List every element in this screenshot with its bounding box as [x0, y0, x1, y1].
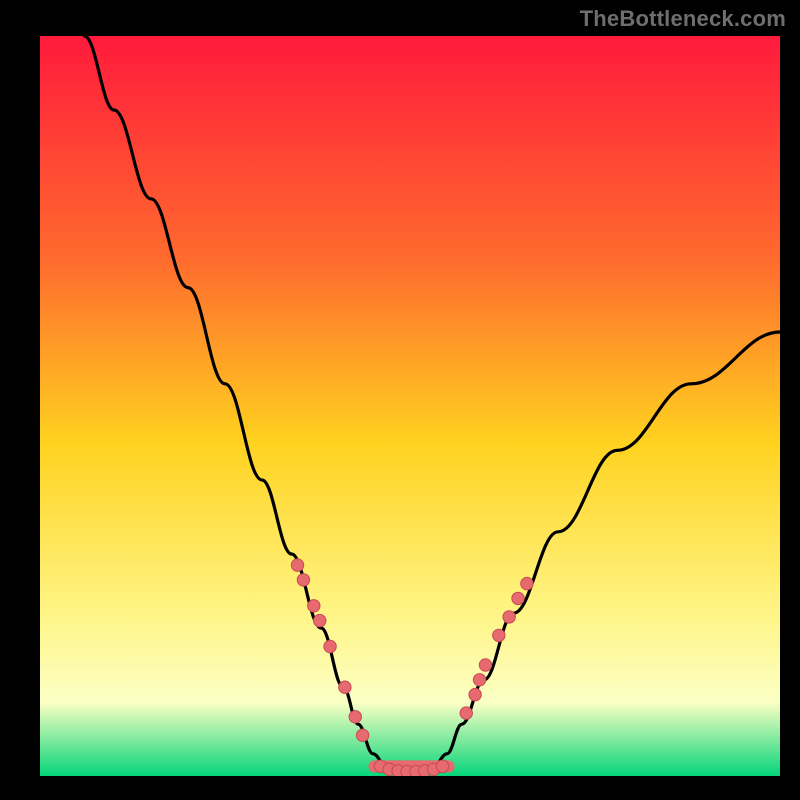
data-marker: [297, 574, 309, 586]
data-marker: [473, 674, 485, 686]
data-marker: [460, 707, 472, 719]
data-marker: [291, 559, 303, 571]
watermark-text: TheBottleneck.com: [580, 6, 786, 32]
data-marker: [469, 688, 481, 700]
data-marker: [436, 760, 448, 772]
data-marker: [493, 629, 505, 641]
data-marker: [356, 729, 368, 741]
plot-area: [40, 36, 780, 776]
chart-container: { "watermark": "TheBottleneck.com", "col…: [0, 0, 800, 800]
data-marker: [314, 614, 326, 626]
data-marker: [512, 592, 524, 604]
data-marker: [479, 659, 491, 671]
data-marker: [339, 681, 351, 693]
chart-svg: [40, 36, 780, 776]
data-marker: [521, 577, 533, 589]
data-marker: [503, 611, 515, 623]
data-marker: [308, 600, 320, 612]
gradient-bg: [40, 36, 780, 776]
data-marker: [349, 711, 361, 723]
data-marker: [324, 640, 336, 652]
